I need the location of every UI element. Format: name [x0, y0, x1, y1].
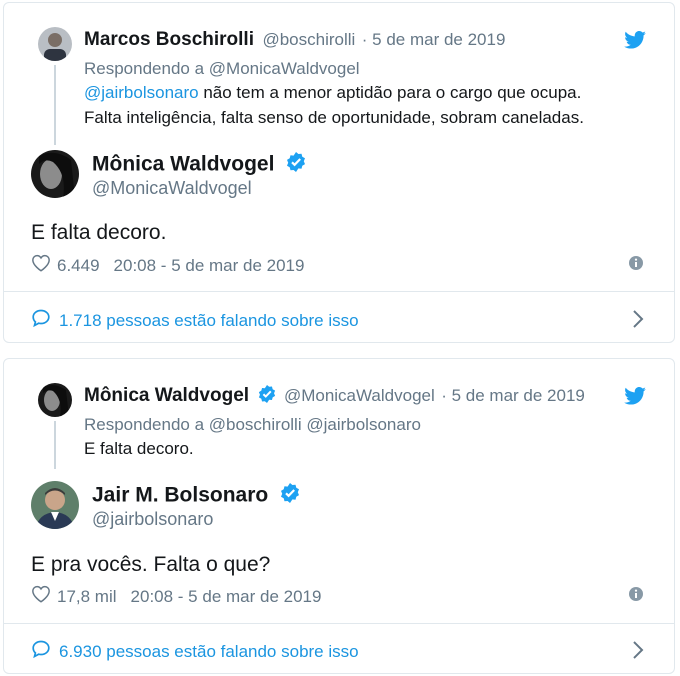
- footer-divider: [4, 623, 674, 624]
- like-count[interactable]: 17,8 mil: [57, 587, 117, 607]
- timestamp[interactable]: 20:08 - 5 de mar de 2019: [131, 587, 322, 607]
- thread-line: [54, 421, 56, 469]
- avatar-monica-small[interactable]: [38, 383, 72, 417]
- thread-line: [54, 65, 56, 145]
- reply-text: @jairbolsonaro não tem a menor aptidão p…: [84, 80, 584, 130]
- avatar-bolsonaro[interactable]: [31, 481, 79, 529]
- verified-badge-icon: [286, 152, 306, 178]
- reply-date[interactable]: · 5 de mar de 2019: [362, 30, 506, 49]
- reply-author-name[interactable]: Marcos Boschirolli: [84, 29, 254, 50]
- conversation-link[interactable]: 6.930 pessoas estão falando sobre isso: [31, 639, 359, 664]
- twitter-bird-icon[interactable]: [624, 31, 646, 54]
- twitter-bird-icon[interactable]: [624, 387, 646, 410]
- timestamp[interactable]: 20:08 - 5 de mar de 2019: [114, 256, 305, 276]
- tweet-meta: 6.449 20:08 - 5 de mar de 2019: [31, 254, 304, 277]
- info-icon[interactable]: [628, 255, 644, 276]
- conversation-link[interactable]: 1.718 pessoas estão falando sobre isso: [31, 308, 359, 333]
- main-author-handle[interactable]: @MonicaWaldvogel: [92, 178, 252, 199]
- main-tweet-text: E falta decoro.: [31, 221, 167, 244]
- footer-divider: [4, 291, 674, 292]
- like-count[interactable]: 6.449: [57, 256, 100, 276]
- main-tweet-text: E pra vocês. Falta o que?: [31, 553, 271, 576]
- reply-header: Marcos Boschirolli @boschirolli · 5 de m…: [84, 29, 505, 51]
- main-author-name[interactable]: Jair M. Bolsonaro: [92, 484, 268, 507]
- verified-badge-icon: [258, 385, 276, 408]
- tweet-meta: 17,8 mil 20:08 - 5 de mar de 2019: [31, 585, 321, 608]
- heart-icon[interactable]: [31, 585, 51, 608]
- speech-bubble-icon: [31, 639, 51, 664]
- main-author-handle[interactable]: @jairbolsonaro: [92, 509, 213, 530]
- mention-link[interactable]: @jairbolsonaro: [84, 83, 199, 102]
- avatar-marcos[interactable]: [38, 27, 72, 61]
- conversation-text[interactable]: 1.718 pessoas estão falando sobre isso: [59, 311, 359, 331]
- reply-author-name[interactable]: Mônica Waldvogel: [84, 385, 249, 406]
- reply-text-line2: Falta inteligência, falta senso de oport…: [84, 108, 584, 127]
- tweet-card-1: Marcos Boschirolli @boschirolli · 5 de m…: [3, 2, 675, 343]
- reply-author-handle[interactable]: @boschirolli: [262, 30, 355, 49]
- reply-text-line1: não tem a menor aptidão para o cargo que…: [198, 83, 582, 102]
- chevron-right-icon[interactable]: [632, 640, 644, 665]
- reply-date[interactable]: · 5 de mar de 2019: [441, 386, 585, 405]
- main-author-name[interactable]: Mônica Waldvogel: [92, 153, 274, 176]
- replying-to[interactable]: Respondendo a @MonicaWaldvogel: [84, 59, 360, 79]
- main-author-name-row: Jair M. Bolsonaro: [92, 483, 300, 509]
- info-icon[interactable]: [628, 586, 644, 607]
- reply-header: Mônica Waldvogel @MonicaWaldvogel · 5 de…: [84, 385, 585, 408]
- tweet-card-2: Mônica Waldvogel @MonicaWaldvogel · 5 de…: [3, 358, 675, 674]
- heart-icon[interactable]: [31, 254, 51, 277]
- speech-bubble-icon: [31, 308, 51, 333]
- replying-to[interactable]: Respondendo a @boschirolli @jairbolsonar…: [84, 415, 421, 435]
- main-author-name-row: Mônica Waldvogel: [92, 152, 306, 178]
- reply-author-handle[interactable]: @MonicaWaldvogel: [284, 386, 435, 405]
- verified-badge-icon: [280, 483, 300, 509]
- reply-text: E falta decoro.: [84, 439, 194, 458]
- conversation-text[interactable]: 6.930 pessoas estão falando sobre isso: [59, 642, 359, 662]
- chevron-right-icon[interactable]: [632, 309, 644, 334]
- avatar-monica[interactable]: [31, 150, 79, 198]
